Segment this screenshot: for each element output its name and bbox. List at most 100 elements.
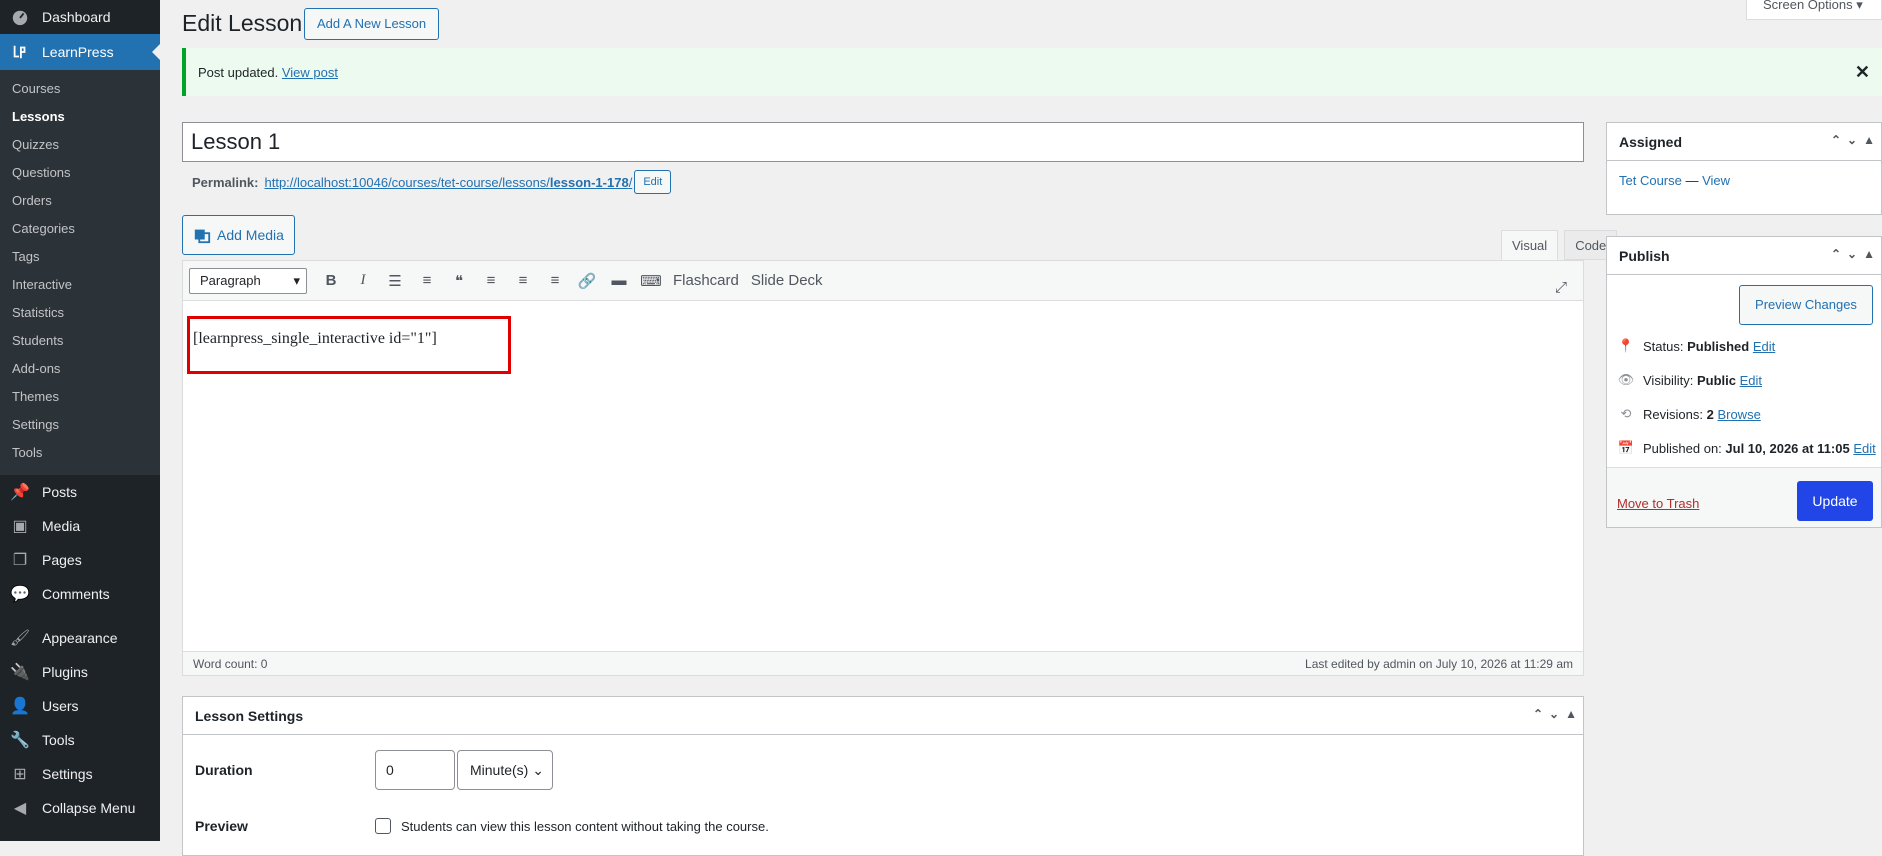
duration-unit-select[interactable]: Minute(s) ⌄ [457,750,553,790]
toggle-icon[interactable]: ▲ [1863,247,1875,261]
blockquote-icon[interactable]: ❝ [443,267,475,295]
brush-icon: 🖌 [9,630,31,647]
preview-checkbox[interactable] [375,818,391,834]
sidebar-item-media[interactable]: ▣ Media [0,509,160,543]
bold-icon[interactable]: B [315,267,347,295]
sidebar-item-settings[interactable]: ⊞ Settings [0,757,160,791]
visibility-row: 👁 Visibility: Public Edit [1607,363,1881,397]
course-link[interactable]: Tet Course [1619,173,1682,188]
caret-down-icon: ▾ [1856,0,1863,12]
comment-icon: 💬 [10,586,30,603]
sidebar-item-tools[interactable]: 🔧 Tools [0,723,160,757]
submenu-interactive[interactable]: Interactive [0,271,160,299]
view-post-link[interactable]: View post [282,65,338,80]
published-label: Published on: [1643,440,1722,456]
submenu-tags[interactable]: Tags [0,243,160,271]
submenu-students[interactable]: Students [0,327,160,355]
move-up-icon[interactable]: ⌃ [1831,133,1841,147]
collapse-icon: ◀ [13,800,27,817]
submenu-themes[interactable]: Themes [0,383,160,411]
screen-options-label: Screen Options [1763,0,1853,12]
sidebar-item-label: LearnPress [42,44,114,60]
permalink-edit-button[interactable]: Edit [634,170,672,194]
align-left-icon[interactable]: ≡ [475,267,507,295]
revisions-row: ⟲ Revisions: 2 Browse [1607,397,1881,431]
add-new-lesson-button[interactable]: Add A New Lesson [304,8,440,40]
sidebar-item-plugins[interactable]: 🔌 Plugins [0,655,160,689]
duration-input[interactable]: 0 [375,750,455,790]
tab-visual[interactable]: Visual [1501,230,1559,260]
move-down-icon[interactable]: ⌄ [1847,247,1857,261]
permalink-link[interactable]: http://localhost:10046/courses/tet-cours… [264,175,632,190]
read-more-icon[interactable]: ▬ [603,267,635,295]
move-to-trash-link[interactable]: Move to Trash [1617,496,1699,511]
sidebar-item-comments[interactable]: 💬 Comments [0,577,160,611]
format-select[interactable]: Paragraph [189,267,307,294]
visibility-value: Public [1696,372,1736,388]
submenu-settings[interactable]: Settings [0,411,160,439]
sidebar-item-label: Dashboard [42,9,111,25]
bullet-list-icon[interactable]: ☰ [379,267,411,295]
post-title-input[interactable]: Lesson 1 [182,122,1584,162]
lesson-settings-box: Lesson Settings ⌃ ⌄ ▲ Duration 0 Minute(s)… [182,696,1584,856]
main-content: Edit Lesson Add A New Lesson Screen Opti… [160,0,1882,856]
collapse-menu[interactable]: ◀ Collapse Menu [0,791,160,825]
update-button[interactable]: Update [1797,481,1873,521]
submenu-courses[interactable]: Courses [0,75,160,103]
duration-unit: Minute(s) [470,762,529,778]
preview-changes-button[interactable]: Preview Changes [1739,285,1873,325]
keyboard-icon[interactable]: ⌨ [635,267,667,295]
visibility-edit-link[interactable]: Edit [1740,373,1762,388]
browse-revisions-link[interactable]: Browse [1717,407,1760,422]
media-icon [193,226,211,244]
sidebar-item-pages[interactable]: ❐ Pages [0,543,160,577]
status-edit-link[interactable]: Edit [1753,339,1775,354]
move-up-icon[interactable]: ⌃ [1533,707,1543,721]
revisions-value: 2 [1706,406,1714,422]
sidebar-item-posts[interactable]: 📌 Posts [0,475,160,509]
numbered-list-icon[interactable]: ≡ [411,267,443,295]
view-course-link[interactable]: View [1702,173,1730,188]
toggle-icon[interactable]: ▲ [1863,133,1875,147]
word-count: Word count: 0 [193,656,268,671]
sidebar-item-dashboard[interactable]: Dashboard [0,0,160,34]
submenu-categories[interactable]: Categories [0,215,160,243]
flashcard-button[interactable]: Flashcard [667,272,745,289]
sidebar-item-appearance[interactable]: 🖌 Appearance [0,621,160,655]
move-down-icon[interactable]: ⌄ [1847,133,1857,147]
submenu-statistics[interactable]: Statistics [0,299,160,327]
toggle-icon[interactable]: ▲ [1565,707,1577,721]
screen-options-button[interactable]: Screen Options ▾ [1746,0,1882,20]
sidebar-item-learnpress[interactable]: LearnPress [0,34,160,70]
slide-deck-button[interactable]: Slide Deck [745,272,829,289]
move-down-icon[interactable]: ⌄ [1549,707,1559,721]
sidebar-item-label: Comments [42,586,110,602]
link-icon[interactable]: 🔗 [571,267,603,295]
sidebar-item-label: Posts [42,484,78,500]
published-edit-link[interactable]: Edit [1853,441,1875,456]
submenu-quizzes[interactable]: Quizzes [0,131,160,159]
permalink-base: http://localhost:10046/courses/tet-cours… [264,174,550,190]
sidebar-item-label: Media [42,518,81,534]
sidebar-item-label: Appearance [42,630,118,646]
submenu-tools[interactable]: Tools [0,439,160,467]
submenu-lessons[interactable]: Lessons [0,103,160,131]
permalink: Permalink: http://localhost:10046/course… [192,170,672,194]
editor-toolbar: Paragraph B I ☰ ≡ ❝ ≡ ≡ ≡ 🔗 ▬ ⌨ Flashcar… [183,261,1583,301]
close-icon[interactable]: ✕ [1855,62,1870,83]
align-right-icon[interactable]: ≡ [539,267,571,295]
submenu-addons[interactable]: Add-ons [0,355,160,383]
submenu-questions[interactable]: Questions [0,159,160,187]
sidebar-item-users[interactable]: 👤 Users [0,689,160,723]
italic-icon[interactable]: I [347,267,379,295]
move-up-icon[interactable]: ⌃ [1831,247,1841,261]
user-icon: 👤 [10,698,30,715]
align-center-icon[interactable]: ≡ [507,267,539,295]
fullscreen-icon[interactable]: ⤢ [1545,273,1577,301]
sidebar-item-label: Plugins [42,664,88,680]
add-media-button[interactable]: Add Media [182,215,295,255]
submenu-orders[interactable]: Orders [0,187,160,215]
preview-row: Preview Students can view this lesson co… [183,801,1583,851]
publish-box: Publish ⌃ ⌄ ▲ Preview Changes 📍 Status: Pub… [1606,236,1882,528]
editor-content[interactable]: [learnpress_single_interactive id="1"] [193,330,437,348]
